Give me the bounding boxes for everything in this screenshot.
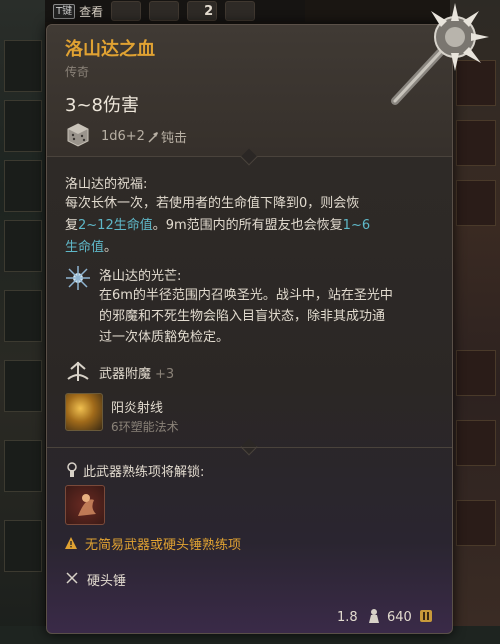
- radiance-burst-icon: [66, 266, 90, 290]
- radiance-description: 在6m的半径范围内召唤圣光。战斗中，站在圣光中 的邪魔和不死生物会陷入目盲状态，…: [99, 285, 439, 348]
- sunbeam-spell-icon[interactable]: [65, 393, 103, 431]
- radiance-line: 的邪魔和不死生物会陷入目盲状态，除非其成功通: [99, 309, 386, 324]
- crossed-weapons-icon: [66, 572, 78, 584]
- inventory-slot[interactable]: [4, 440, 42, 492]
- inventory-slot[interactable]: [4, 220, 42, 272]
- item-value: 640: [387, 610, 412, 625]
- weight-icon: [369, 609, 379, 623]
- weapon-enchantment: 武器附魔 +3: [99, 363, 174, 382]
- inventory-slot[interactable]: [456, 120, 496, 166]
- radiance-line: 过一次体质豁免检定。: [99, 330, 230, 345]
- inventory-slot[interactable]: [456, 420, 496, 466]
- section-divider: [47, 447, 452, 448]
- item-rarity: 传奇: [65, 65, 90, 79]
- inventory-slot[interactable]: [4, 520, 42, 572]
- inventory-slot[interactable]: [4, 360, 42, 412]
- hotbar-slot[interactable]: [149, 1, 180, 21]
- blessing-line: 生命值。: [65, 240, 118, 255]
- hotbar-count: 2: [204, 3, 214, 19]
- weapon-enchantment-icon: [67, 361, 89, 381]
- radiance-title: 洛山达的光芒:: [99, 269, 182, 284]
- weapon-type: 硬头锤: [87, 574, 127, 589]
- inventory-slot[interactable]: [4, 100, 42, 152]
- blessing-line: 复2~12生命值。9m范围内的所有盟友也会恢复1~6: [65, 218, 371, 233]
- examine-hint[interactable]: T键 查看: [53, 3, 103, 20]
- dice-roll: 1d6+2: [101, 129, 145, 144]
- gold-coin-icon: [420, 610, 432, 622]
- inventory-slot[interactable]: [4, 290, 42, 342]
- inventory-slot[interactable]: [4, 40, 42, 92]
- dice-icon: [67, 123, 89, 147]
- inventory-slot[interactable]: [456, 500, 496, 546]
- bludgeon-icon: [148, 131, 158, 143]
- enchant-bonus: +3: [155, 367, 175, 382]
- item-weight: 1.8: [337, 610, 358, 625]
- inventory-slot[interactable]: [456, 180, 496, 226]
- item-damage: 3~8伤害: [65, 95, 139, 116]
- proficiency-warning: 无简易武器或硬头锤熟练项: [85, 538, 242, 553]
- blessing-description: 每次长休一次，若使用者的生命值下降到0，则会恢 复2~12生命值。9m范围内的所…: [65, 193, 437, 259]
- item-name: 洛山达之血: [65, 39, 155, 60]
- tooltip-header: 洛山达之血 传奇 3~8伤害 1d6+2 钝击: [47, 3, 489, 157]
- ally-heal-amount: 1~6: [342, 218, 371, 233]
- warning-icon: [65, 537, 77, 549]
- item-tooltip: 洛山达之血 传奇 3~8伤害 1d6+2 钝击 洛山达的祝福: 每次长休一次，若…: [46, 3, 489, 634]
- spell-level-school: 6环塑能法术: [111, 420, 179, 434]
- blessing-line: 每次长休一次，若使用者的生命值下降到0，则会恢: [65, 196, 360, 211]
- hotbar-slot[interactable]: [225, 1, 256, 21]
- blessing-title: 洛山达的祝福:: [65, 177, 148, 192]
- t-key-badge: T键: [53, 3, 76, 19]
- radiance-line: 在6m的半径范围内召唤圣光。战斗中，站在圣光中: [99, 288, 393, 303]
- top-hotbar: T键 查看 2: [45, 0, 305, 22]
- hotbar-slot[interactable]: [111, 1, 142, 21]
- inventory-slot[interactable]: [456, 350, 496, 396]
- hotbar-slot[interactable]: 2: [187, 1, 218, 21]
- proficiency-action-icon[interactable]: [65, 485, 105, 525]
- spell-name: 阳炎射线: [111, 401, 164, 416]
- cleave-icon: [78, 494, 96, 516]
- proficiency-unlock-label: 此武器熟练项将解锁:: [83, 465, 205, 480]
- dice-damage-line: 1d6+2 钝击: [101, 127, 187, 146]
- mace-icon: [391, 3, 489, 105]
- examine-label: 查看: [79, 4, 104, 19]
- heal-amount: 2~12生命值: [78, 218, 153, 233]
- background-left-panel: [0, 0, 45, 644]
- damage-type: 钝击: [160, 131, 187, 146]
- enchant-label: 武器附魔: [99, 367, 152, 382]
- proficiency-unlock-icon: [67, 462, 77, 477]
- inventory-slot[interactable]: [4, 160, 42, 212]
